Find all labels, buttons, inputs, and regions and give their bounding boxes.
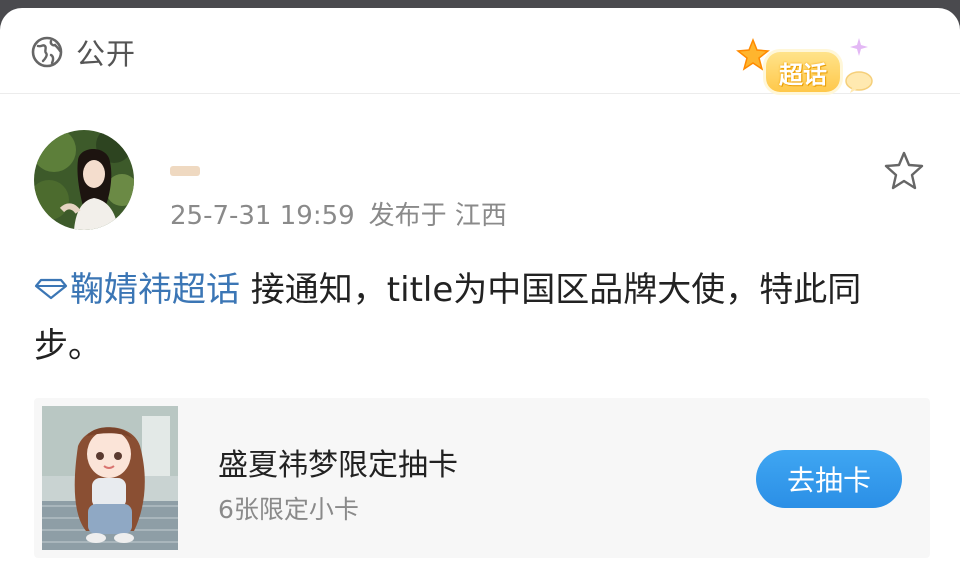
card-image — [42, 406, 178, 550]
supertopic-badge-label: 超话 — [779, 60, 827, 89]
diamond-icon — [34, 278, 68, 299]
topic-link[interactable]: 鞠婧祎超话 — [34, 270, 240, 310]
post-body: 鞠婧祎超话 接通知，title为中国区品牌大使，特此同步。 — [34, 262, 926, 374]
post-timestamp: 25-7-31 19:59 — [170, 201, 355, 231]
supertopic-badge[interactable]: 超话 — [736, 38, 876, 104]
avatar-image — [34, 130, 134, 230]
visibility-selector[interactable]: 公开 — [30, 34, 137, 71]
visibility-label: 公开 — [76, 37, 137, 71]
chat-bubble-icon — [845, 71, 873, 93]
draw-card-button[interactable]: 去抽卡 — [756, 450, 902, 508]
card-title: 盛夏祎梦限定抽卡 — [218, 448, 458, 483]
card-illustration — [42, 406, 178, 550]
star-sticker-icon — [736, 38, 770, 71]
avatar[interactable] — [34, 130, 134, 230]
card-subtitle: 6张限定小卡 — [218, 495, 359, 524]
star-outline-icon — [884, 151, 924, 190]
supertopic-bubble: 超话 — [766, 52, 840, 92]
promo-card[interactable]: 盛夏祎梦限定抽卡 6张限定小卡 去抽卡 — [34, 398, 930, 558]
top-bar: 公开 超话 — [0, 8, 960, 94]
username[interactable] — [170, 166, 200, 176]
topic-link-label: 鞠婧祎超话 — [70, 270, 240, 310]
sparkle-icon — [850, 38, 868, 56]
globe-icon — [31, 36, 63, 68]
favorite-button[interactable] — [882, 148, 926, 192]
post-meta: 25-7-31 19:59 发布于 江西 — [170, 195, 507, 232]
post-location: 发布于 江西 — [368, 201, 507, 231]
post-screen: 公开 超话 25-7-31 19:59 发布于 江西 鞠婧祎超话 接通知，tit… — [0, 8, 960, 576]
